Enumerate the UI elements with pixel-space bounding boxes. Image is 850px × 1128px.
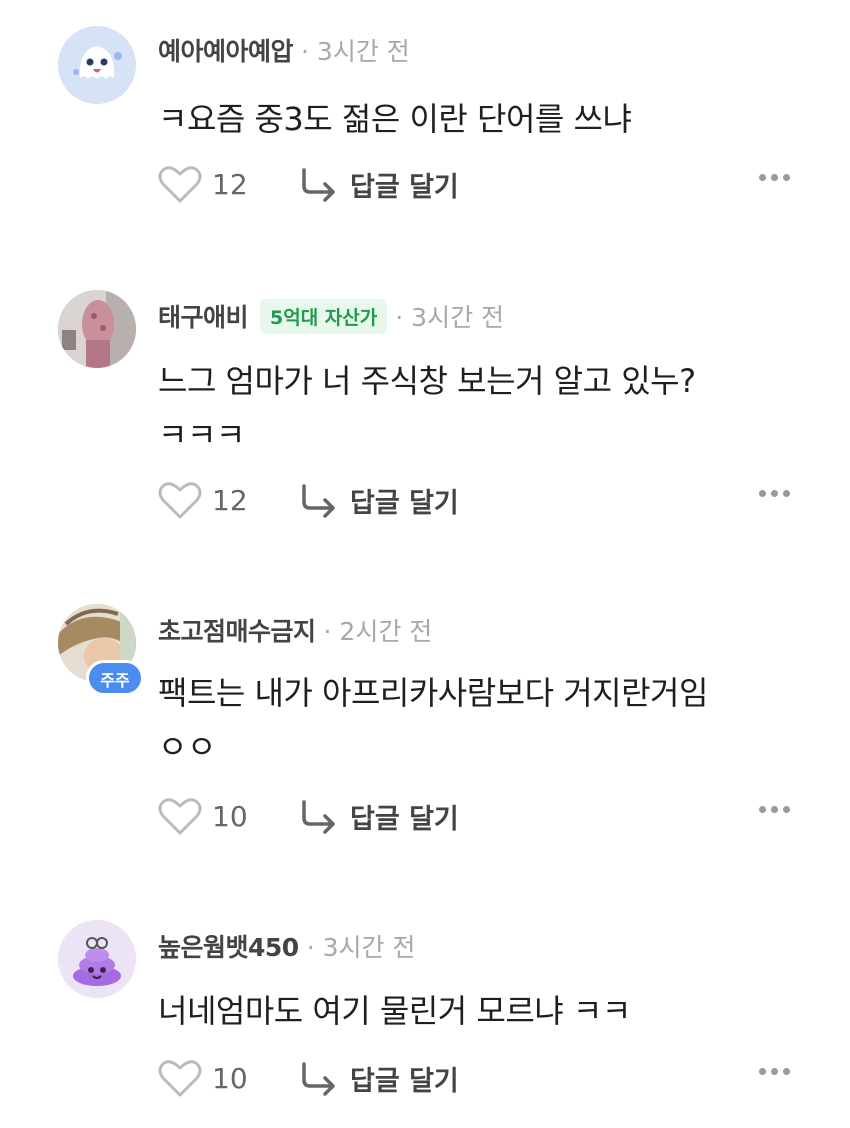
timestamp: · 3시간 전	[301, 37, 410, 66]
comment-line: 팩트는 내가 아프리카사람보다 거지란거임	[158, 674, 708, 712]
more-options-icon[interactable]	[759, 1068, 790, 1075]
username[interactable]: 태구애비	[158, 298, 249, 334]
like-button[interactable]: 12	[158, 164, 272, 204]
like-count: 12	[212, 483, 248, 517]
like-count: 10	[212, 799, 248, 833]
comment-text: 느그 엄마가 너 주식창 보는거 알고 있누? ㅋㅋㅋ	[158, 354, 696, 462]
more-options-icon[interactable]	[759, 806, 790, 813]
avatar[interactable]	[58, 290, 136, 368]
comment-line: ㅋ요즘 중3도 젊은 이란 단어를 쓰냐	[158, 100, 632, 138]
heart-icon	[158, 166, 202, 203]
username[interactable]: 초고점매수금지	[158, 612, 316, 648]
comment-actions: 10 답글 달기	[158, 796, 798, 836]
avatar-wrap: 주주	[0, 604, 160, 704]
reply-arrow-icon	[302, 484, 335, 518]
reply-label: 답글 달기	[350, 487, 459, 519]
like-button[interactable]: 10	[158, 1058, 272, 1098]
timestamp: · 2시간 전	[323, 617, 433, 646]
comment-line: 너네엄마도 여기 물린거 모르냐 ㅋㅋ	[158, 992, 631, 1030]
user-tag-badge: 5억대 자산가	[260, 298, 388, 334]
ghost-icon	[58, 26, 136, 104]
avatar[interactable]	[58, 26, 136, 104]
heart-icon	[158, 482, 202, 519]
reply-arrow-icon	[302, 168, 335, 202]
more-options-icon[interactable]	[759, 174, 790, 181]
reply-button[interactable]: 답글 달기	[298, 165, 459, 204]
comment-line: 느그 엄마가 너 주식창 보는거 알고 있누?	[158, 362, 696, 400]
comment-actions: 10 답글 달기	[158, 1058, 798, 1098]
reply-button[interactable]: 답글 달기	[298, 797, 459, 836]
heart-icon	[158, 798, 202, 835]
comment-actions: 12 답글 달기	[158, 164, 798, 204]
timestamp: · 3시간 전	[395, 303, 505, 332]
reply-button[interactable]: 답글 달기	[298, 481, 459, 520]
username[interactable]: 예아예아예압	[158, 32, 294, 68]
like-button[interactable]: 12	[158, 480, 272, 520]
comment-text: ㅋ요즘 중3도 젊은 이란 단어를 쓰냐	[158, 92, 632, 146]
more-options-icon[interactable]	[759, 490, 790, 497]
comment-line: ㅇㅇ	[158, 728, 216, 766]
timestamp: · 3시간 전	[306, 933, 416, 962]
comment-meta: 초고점매수금지 · 2시간 전	[158, 610, 432, 650]
reply-arrow-icon	[302, 800, 335, 834]
shareholder-badge: 주주	[86, 660, 144, 696]
avatar[interactable]	[58, 920, 136, 998]
comment-meta: 예아예아예압 · 3시간 전	[158, 30, 410, 70]
heart-icon	[158, 1060, 202, 1097]
comment-text: 팩트는 내가 아프리카사람보다 거지란거임 ㅇㅇ	[158, 666, 708, 774]
reply-label: 답글 달기	[350, 171, 459, 203]
like-count: 12	[212, 167, 248, 201]
comment-meta: 태구애비 5억대 자산가 · 3시간 전	[158, 296, 504, 336]
like-button[interactable]: 10	[158, 796, 272, 836]
reply-label: 답글 달기	[350, 803, 459, 835]
username[interactable]: 높은웜뱃450	[158, 928, 299, 964]
poop-icon	[58, 920, 136, 998]
reply-button[interactable]: 답글 달기	[298, 1059, 459, 1098]
reply-label: 답글 달기	[350, 1065, 459, 1097]
like-count: 10	[212, 1061, 248, 1095]
comment-text: 너네엄마도 여기 물린거 모르냐 ㅋㅋ	[158, 984, 631, 1038]
photo-avatar-icon	[58, 290, 136, 368]
comment-actions: 12 답글 달기	[158, 480, 798, 520]
comment-meta: 높은웜뱃450 · 3시간 전	[158, 926, 415, 966]
comment-line: ㅋㅋㅋ	[158, 416, 245, 454]
reply-arrow-icon	[302, 1062, 335, 1096]
